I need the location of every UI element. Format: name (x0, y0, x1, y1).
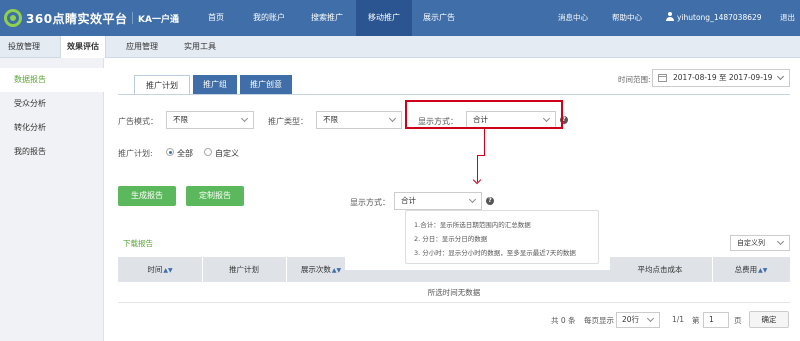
tab-ad-group[interactable]: 推广组 (193, 75, 237, 94)
subnav-app-management[interactable]: 应用管理 (126, 36, 158, 58)
sidebar: 数据报告 受众分析 转化分析 我的报告 (0, 58, 104, 341)
arrow-line (477, 155, 485, 156)
plan-label: 推广计划: (118, 149, 153, 158)
tab-campaign[interactable]: 推广计划 (134, 75, 190, 94)
tab-divider (118, 94, 790, 95)
goto-label: 第 (692, 316, 700, 325)
total-count: 共 0 条 (551, 316, 576, 325)
per-page-value: 20行 (622, 315, 640, 324)
tooltip-line: 3. 分小时：显示分小时的数据，至多显示最近7天的数据 (414, 249, 576, 257)
column-header-total-cost[interactable]: 总费用▲▼ (712, 257, 790, 282)
popup-display-mode-value: 合计 (401, 196, 416, 205)
chevron-down-icon (468, 195, 477, 204)
subnav-delivery-management[interactable]: 投放管理 (8, 36, 40, 58)
sort-icon: ▲▼ (163, 267, 173, 274)
radio-all[interactable] (166, 148, 174, 156)
sort-icon: ▲▼ (331, 267, 342, 274)
subnav-effect-evaluation[interactable]: 效果评估 (60, 36, 106, 58)
nav-my-account[interactable]: 我的账户 (244, 0, 294, 36)
promo-type-value: 不限 (323, 115, 338, 124)
tooltip-line: 2. 分日：显示分日的数据 (414, 235, 488, 243)
per-page-label: 每页显示 (584, 316, 614, 325)
nav-mobile-promotion[interactable]: 移动推广 (356, 0, 412, 36)
tooltip-line: 1.合计：显示所选日期范围内的汇总数据 (414, 221, 531, 229)
tab-creative[interactable]: 推广创意 (240, 75, 292, 94)
arrow-down-icon (472, 175, 482, 185)
radio-custom-label: 自定义 (215, 149, 239, 158)
subnav-tools[interactable]: 实用工具 (184, 36, 216, 58)
time-range-label: 时间范围: (618, 75, 651, 84)
sidebar-item-my-reports[interactable]: 我的报告 (0, 140, 104, 164)
chevron-down-icon (776, 72, 785, 81)
user-icon (666, 12, 674, 21)
custom-columns-select[interactable]: 自定义列 (730, 235, 790, 251)
user-menu[interactable]: yihutong_1487038629 (666, 0, 762, 36)
display-mode-tooltip: 1.合计：显示所选日期范围内的汇总数据 2. 分日：显示分日的数据 3. 分小时… (405, 210, 599, 264)
sub-navigation: 投放管理 效果评估 应用管理 实用工具 (0, 36, 800, 58)
divider (132, 12, 133, 24)
promo-type-label: 推广类型： (268, 117, 308, 126)
nav-search-promotion[interactable]: 搜索推广 (302, 0, 352, 36)
chevron-down-icon (646, 314, 655, 323)
chevron-down-icon (776, 237, 785, 246)
nav-home[interactable]: 首页 (198, 0, 234, 36)
goto-page-input[interactable]: 1 (703, 312, 729, 328)
empty-table-message: 所选时间无数据 (118, 282, 790, 303)
column-header-campaign[interactable]: 推广计划 (202, 257, 286, 282)
sidebar-item-audience-analysis[interactable]: 受众分析 (0, 92, 104, 116)
popup-display-mode-label: 显示方式： (350, 198, 390, 207)
chevron-down-icon (388, 114, 397, 123)
column-header-time[interactable]: 时间▲▼ (118, 257, 202, 282)
generate-report-button[interactable]: 生成报告 (118, 186, 176, 206)
page-unit: 页 (734, 316, 742, 325)
chevron-down-icon (240, 114, 249, 123)
column-header-avg-cpc[interactable]: 平均点击成本 (608, 257, 712, 282)
highlight-box (405, 100, 563, 129)
promo-type-select[interactable]: 不限 (316, 111, 402, 129)
custom-columns-label: 自定义列 (737, 239, 765, 247)
confirm-button[interactable]: 确定 (749, 311, 789, 328)
username: yihutong_1487038629 (677, 13, 762, 22)
ad-mode-label: 广告模式： (118, 117, 158, 126)
nav-display-ads[interactable]: 展示广告 (414, 0, 464, 36)
date-range-value: 2017-08-19 至 2017-09-19 (673, 73, 773, 82)
sidebar-item-data-report[interactable]: 数据报告 (0, 68, 104, 92)
date-range-picker[interactable]: 2017-08-19 至 2017-09-19 (652, 69, 790, 87)
radio-custom[interactable] (204, 148, 212, 156)
logo-text: 360点睛实效平台 (26, 11, 128, 26)
logo-icon (4, 9, 22, 27)
logout-link[interactable]: 退出 (780, 0, 795, 36)
top-navigation-bar: 360点睛实效平台 KA一户通 首页 我的账户 搜索推广 移动推广 展示广告 消… (0, 0, 800, 36)
help-center-link[interactable]: 帮助中心 (612, 0, 642, 36)
popup-display-mode-select[interactable]: 合计 (394, 192, 482, 210)
calendar-icon (658, 74, 667, 82)
message-center-link[interactable]: 消息中心 (558, 0, 588, 36)
per-page-select[interactable]: 20行 (616, 312, 660, 328)
account-name: KA一户通 (138, 15, 179, 25)
download-report-link[interactable]: 下载报告 (123, 238, 153, 249)
arrow-line (484, 129, 485, 155)
help-icon[interactable]: ? (486, 197, 494, 205)
sidebar-item-conversion-analysis[interactable]: 转化分析 (0, 116, 104, 140)
ad-mode-value: 不限 (173, 115, 188, 124)
brand-logo[interactable]: 360点睛实效平台 (4, 8, 128, 28)
radio-all-label: 全部 (177, 149, 193, 158)
custom-report-button[interactable]: 定制报告 (186, 186, 244, 206)
page-status: 1/1 (672, 315, 685, 324)
sort-icon: ▲▼ (758, 267, 768, 274)
ad-mode-select[interactable]: 不限 (166, 111, 254, 129)
